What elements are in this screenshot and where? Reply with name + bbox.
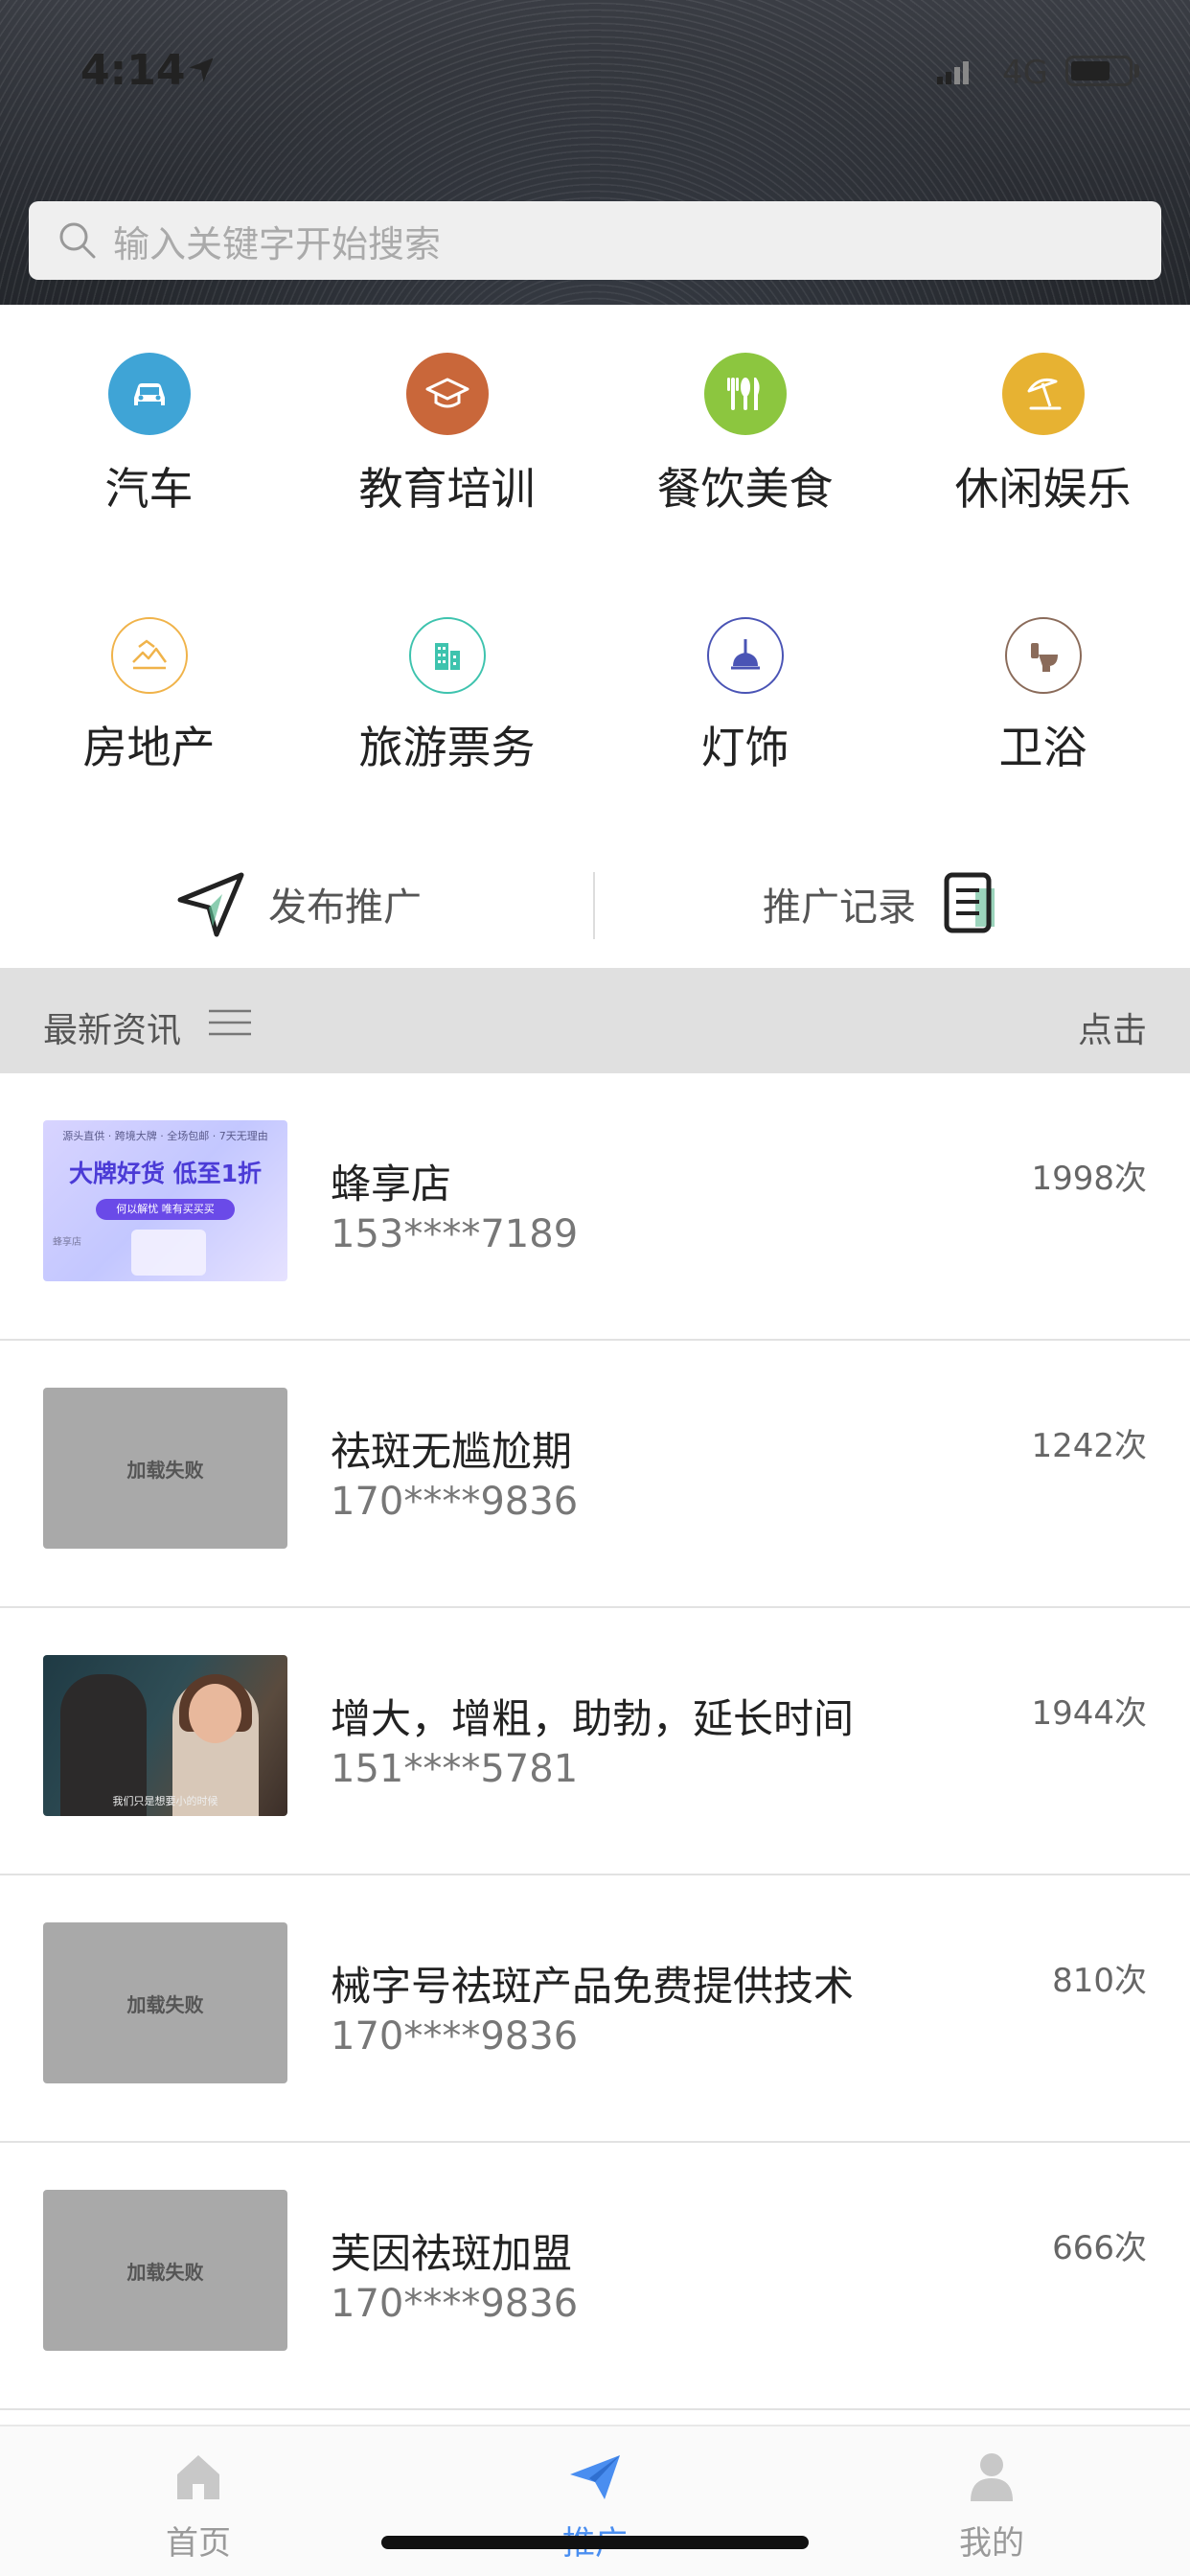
category-label: 休闲娱乐 xyxy=(954,463,1132,515)
news-list: 源头直供 · 跨境大牌 · 全场包邮 · 7天无理由 大牌好货 低至1折 何以解… xyxy=(0,1073,1190,2410)
thumbnail-load-failed: 加载失败 xyxy=(43,1922,287,2083)
list-item[interactable]: 加载失败 芙因祛斑加盟 170****9836 666次 xyxy=(0,2143,1190,2410)
category-car[interactable]: 汽车 xyxy=(0,353,298,544)
action-row: 发布推广 推广记录 xyxy=(0,843,1190,964)
item-click-count: 1998次 xyxy=(1031,1160,1147,1198)
category-bathroom[interactable]: 卫浴 xyxy=(894,617,1190,809)
building-icon xyxy=(408,617,486,694)
load-failed-text: 加载失败 xyxy=(126,1992,204,2016)
item-phone: 170****9836 xyxy=(331,2014,579,2058)
item-phone: 153****7189 xyxy=(331,1212,579,1256)
category-lighting[interactable]: 灯饰 xyxy=(596,617,894,809)
list-item[interactable]: 源头直供 · 跨境大牌 · 全场包邮 · 7天无理由 大牌好货 低至1折 何以解… xyxy=(0,1073,1190,1341)
beach-umbrella-icon xyxy=(1001,353,1085,435)
load-failed-text: 加载失败 xyxy=(126,2260,204,2284)
tab-home[interactable]: 首页 xyxy=(103,2448,294,2564)
item-title: 芙因祛斑加盟 xyxy=(331,2230,573,2277)
search-input[interactable]: 输入关键字开始搜索 xyxy=(29,201,1161,280)
list-item[interactable]: 加载失败 械字号祛斑产品免费提供技术 170****9836 810次 xyxy=(0,1875,1190,2143)
graduation-cap-icon xyxy=(405,353,489,435)
item-phone: 151****5781 xyxy=(331,1747,579,1791)
item-click-count: 666次 xyxy=(1052,2229,1147,2267)
category-label: 汽车 xyxy=(104,463,194,515)
category-leisure[interactable]: 休闲娱乐 xyxy=(894,353,1190,544)
paper-plane-icon xyxy=(177,872,244,937)
home-icon xyxy=(177,2455,219,2499)
category-label: 房地产 xyxy=(82,722,216,773)
search-icon xyxy=(59,222,96,259)
category-label: 旅游票务 xyxy=(358,722,536,773)
thumbnail-image: 源头直供 · 跨境大牌 · 全场包邮 · 7天无理由 大牌好货 低至1折 何以解… xyxy=(43,1120,287,1281)
promo-badge: 蜂享店 xyxy=(53,1237,81,1248)
tab-bar: 首页 推广 我的 xyxy=(0,2425,1190,2576)
category-real-estate[interactable]: 房地产 xyxy=(0,617,298,809)
house-landscape-icon xyxy=(110,617,188,694)
records-label: 推广记录 xyxy=(763,886,916,930)
battery-icon xyxy=(1065,56,1133,86)
category-label: 教育培训 xyxy=(358,463,536,515)
item-title: 祛斑无尴尬期 xyxy=(331,1428,573,1475)
item-click-count: 1242次 xyxy=(1031,1427,1147,1465)
promo-pill: 何以解忧 唯有买买买 xyxy=(96,1199,235,1220)
status-time: 4:14 xyxy=(80,46,186,95)
user-icon xyxy=(971,2453,1013,2501)
item-phone: 170****9836 xyxy=(331,1480,579,1524)
publish-label: 发布推广 xyxy=(268,886,422,930)
item-click-count: 810次 xyxy=(1052,1962,1147,2000)
sort-by-clicks[interactable]: 点击 xyxy=(1078,1002,1147,1052)
category-label: 餐饮美食 xyxy=(656,463,834,515)
action-divider xyxy=(593,872,595,939)
publish-promotion-button[interactable]: 发布推广 xyxy=(174,843,422,964)
thumbnail-image: 我们只是想要小的时候 xyxy=(43,1655,287,1816)
tab-label: 首页 xyxy=(166,2524,231,2563)
item-title: 蜂享店 xyxy=(331,1161,452,1208)
status-bar: 4:14 4G xyxy=(0,0,1190,144)
network-type: 4G xyxy=(1002,54,1048,92)
thumbnail-load-failed: 加载失败 xyxy=(43,2190,287,2351)
promo-top-text: 源头直供 · 跨境大牌 · 全场包邮 · 7天无理由 xyxy=(62,1130,268,1142)
document-list-icon xyxy=(944,872,995,933)
search-placeholder: 输入关键字开始搜索 xyxy=(113,222,442,265)
category-label: 灯饰 xyxy=(700,722,790,773)
lamp-icon xyxy=(706,617,784,694)
item-title: 增大，增粗，助勃，延长时间 xyxy=(331,1695,855,1742)
tab-label: 我的 xyxy=(959,2524,1024,2563)
load-failed-text: 加载失败 xyxy=(126,1458,204,1482)
car-icon xyxy=(107,353,191,435)
news-title: 最新资讯 xyxy=(43,1011,182,1050)
category-label: 卫浴 xyxy=(998,722,1087,773)
category-education[interactable]: 教育培训 xyxy=(298,353,596,544)
location-arrow-icon xyxy=(189,58,214,82)
item-phone: 170****9836 xyxy=(331,2282,579,2326)
list-item[interactable]: 加载失败 祛斑无尴尬期 170****9836 1242次 xyxy=(0,1341,1190,1608)
item-title: 械字号祛斑产品免费提供技术 xyxy=(331,1963,855,2010)
category-food[interactable]: 餐饮美食 xyxy=(596,353,894,544)
battery-tip xyxy=(1134,64,1139,78)
news-section-header: 最新资讯 点击 xyxy=(0,968,1190,1073)
promo-main-text: 大牌好货 低至1折 xyxy=(68,1160,263,1187)
gift-box-graphic xyxy=(131,1230,206,1276)
signal-icon xyxy=(937,61,969,84)
home-indicator xyxy=(381,2536,809,2549)
person-face xyxy=(189,1684,241,1743)
list-menu-icon[interactable] xyxy=(209,1008,251,1037)
fork-knife-icon xyxy=(703,353,787,435)
paper-plane-icon xyxy=(570,2455,620,2499)
promotion-records-button[interactable]: 推广记录 xyxy=(763,843,1010,964)
category-grid: 汽车 教育培训 餐饮美食 休闲娱乐 房地产 旅游票务 灯饰 卫浴 xyxy=(0,305,1190,822)
item-click-count: 1944次 xyxy=(1031,1694,1147,1733)
header: 4:14 4G 输入关键字开始搜索 xyxy=(0,0,1190,305)
tab-mine[interactable]: 我的 xyxy=(896,2448,1087,2564)
toilet-icon xyxy=(1004,617,1082,694)
thumbnail-load-failed: 加载失败 xyxy=(43,1388,287,1549)
category-travel-tickets[interactable]: 旅游票务 xyxy=(298,617,596,809)
list-item[interactable]: 我们只是想要小的时候 增大，增粗，助勃，延长时间 151****5781 194… xyxy=(0,1608,1190,1875)
video-subtitle: 我们只是想要小的时候 xyxy=(112,1795,218,1807)
